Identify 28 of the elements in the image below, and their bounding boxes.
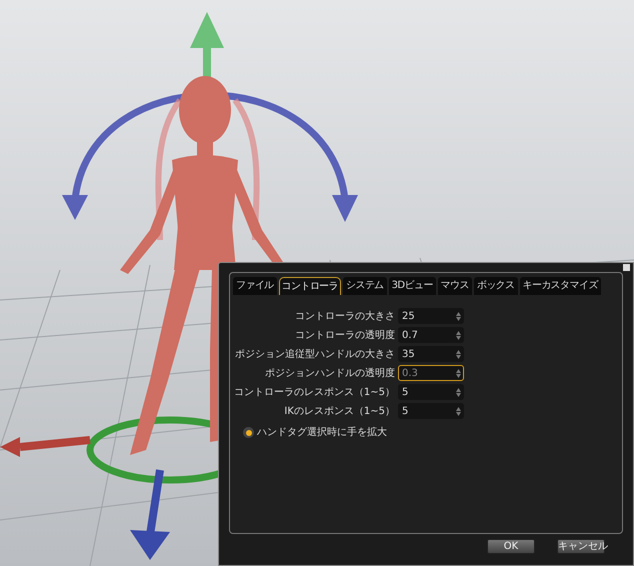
spin-field[interactable]: 0.7 xyxy=(398,327,464,343)
setting-label: ポジションハンドルの透明度 xyxy=(264,366,396,380)
settings-tab[interactable]: ボックス xyxy=(474,277,518,295)
spin-field[interactable]: 0.3 xyxy=(398,365,464,381)
radio-button[interactable] xyxy=(243,427,254,438)
spin-field[interactable]: 5 xyxy=(398,384,464,400)
setting-label: ポジション追従型ハンドルの大きさ xyxy=(234,348,396,362)
spin-arrows-icon[interactable] xyxy=(456,406,461,416)
setting-label: コントローラの大きさ xyxy=(294,310,396,324)
settings-tab[interactable]: システム xyxy=(343,277,387,295)
ok-button[interactable]: OK xyxy=(487,539,535,554)
spin-arrows-icon[interactable] xyxy=(456,330,461,340)
option-label: ハンドタグ選択時に手を拡大 xyxy=(257,426,387,440)
spin-field[interactable]: 5 xyxy=(398,403,464,419)
spin-arrows-icon[interactable] xyxy=(456,368,461,378)
settings-tab[interactable]: ファイル xyxy=(233,277,277,295)
settings-tab[interactable]: 3Dビュー xyxy=(388,277,436,295)
setting-label: IKのレスポンス（1~5） xyxy=(283,404,396,418)
spin-field[interactable]: 35 xyxy=(398,346,464,362)
spin-arrows-icon[interactable] xyxy=(456,388,461,396)
spin-arrows-icon[interactable] xyxy=(456,350,461,358)
settings-tab[interactable]: マウス xyxy=(438,277,472,295)
settings-tab[interactable]: コントローラ xyxy=(278,277,342,295)
spin-arrows-icon[interactable] xyxy=(456,312,461,320)
settings-tab[interactable]: キーカスタマイズ xyxy=(520,277,601,295)
setting-label: コントローラの透明度 xyxy=(294,328,396,342)
setting-label: コントローラのレスポンス（1~5） xyxy=(232,386,396,400)
spin-field[interactable]: 25 xyxy=(398,308,464,324)
